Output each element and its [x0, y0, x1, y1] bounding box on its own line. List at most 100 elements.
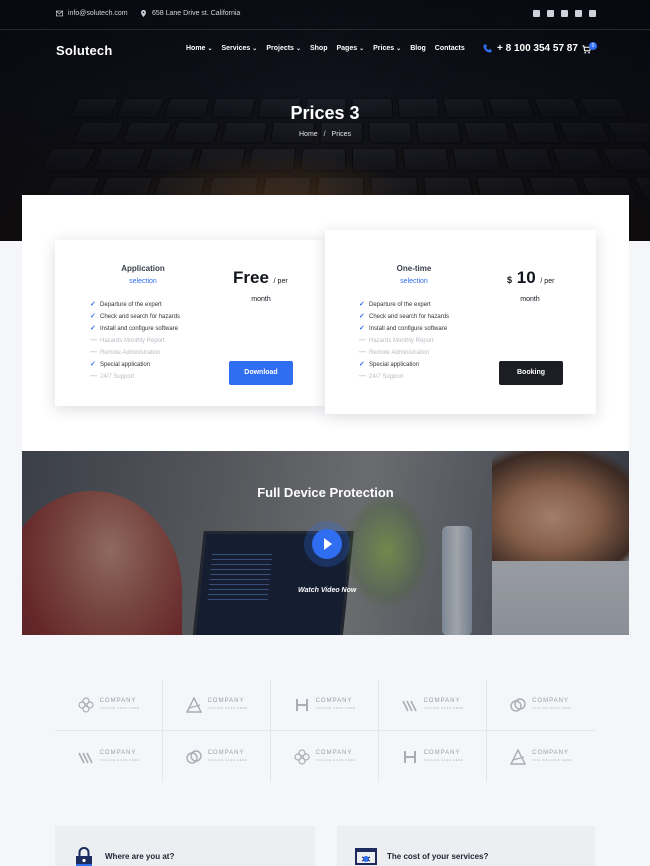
partner-logo[interactable]: COMPANY TAGLINE GOES HERE [379, 680, 487, 731]
nav-item-blog[interactable]: Blog [410, 45, 426, 52]
chevron-down-icon: ⌄ [252, 46, 258, 52]
logo-tagline: TAGLINE GOES HERE [315, 706, 356, 710]
feature-item: —24/7 Support [359, 371, 449, 383]
check-icon: ✓ [359, 313, 365, 320]
logo-tagline: TAGLINE GOES HERE [315, 757, 356, 762]
twitter-icon[interactable] [547, 10, 554, 17]
company-logo-icon [77, 752, 93, 763]
partner-logo[interactable]: COMPANY TAGLINE GOES HERE [487, 680, 595, 731]
nav-item-pages[interactable]: Pages ⌄ [336, 45, 364, 52]
logo-company-text: COMPANY [315, 698, 353, 704]
plan-subtitle: selection [129, 278, 157, 285]
nav-item-label: Home [186, 45, 206, 52]
nav-menu: Home ⌄ Services ⌄ Projects ⌄ Shop Pages ⌄ Pr… [186, 45, 465, 52]
partner-logo[interactable]: COMPANY TAGLINE GOES HERE [55, 680, 163, 731]
logo-tagline: TAGLINE GOES HERE [532, 706, 572, 710]
company-logo-icon [403, 750, 416, 763]
check-icon: ✓ [90, 361, 96, 368]
monitor-bug-icon [355, 848, 377, 865]
partner-logo[interactable]: COMPANY TAGLINE GOES HERE [271, 731, 379, 782]
watch-video-link[interactable]: Watch Video Now [298, 587, 356, 594]
nav-item-label: Blog [410, 45, 426, 52]
logo-tagline: TAGLINE GOES HERE [207, 757, 248, 762]
site-logo[interactable]: Solutech [56, 43, 113, 58]
nav-item-label: Projects [266, 45, 294, 52]
logo-company-text: COMPANY [423, 749, 461, 756]
linkedin-icon[interactable] [589, 10, 596, 17]
nav-item-home[interactable]: Home ⌄ [186, 45, 212, 52]
github-icon[interactable] [575, 10, 582, 17]
phone-number: + 8 100 354 57 87 [497, 43, 578, 54]
logo-wordmark: COMPANY TAGLINE GOES HERE [208, 698, 248, 712]
booking-button[interactable]: Booking [499, 361, 563, 385]
breadcrumb-home[interactable]: Home [299, 131, 318, 138]
partner-logo[interactable]: COMPANY TAGLINE GOES HERE [271, 680, 379, 731]
nav-item-contacts[interactable]: Contacts [435, 45, 465, 52]
phone-icon [483, 44, 492, 53]
logo-company-text: COMPANY [423, 698, 461, 704]
nav-item-prices[interactable]: Prices ⌄ [373, 45, 401, 52]
partner-logo[interactable]: COMPANY TAGLINE GOES HERE [55, 731, 163, 782]
partner-logo[interactable]: COMPANY TAGLINE GOES HERE [163, 680, 271, 731]
logo-company-text: COMPANY [532, 749, 569, 756]
nav-item-label: Services [221, 45, 251, 52]
price-value: 10 [516, 268, 536, 287]
location-pin-icon [141, 10, 146, 17]
breadcrumb: Home / Prices [0, 131, 650, 138]
logo-company-text: COMPANY [532, 698, 569, 704]
download-button[interactable]: Download [229, 361, 293, 385]
faq-question: Where are you at? [105, 852, 175, 861]
plan-price: Free / per [233, 268, 288, 288]
mail-icon [56, 10, 63, 17]
logo-company-text: COMPANY [315, 749, 353, 756]
faq-card-location[interactable]: Where are you at? [55, 826, 315, 866]
logo-wordmark: COMPANY TAGLINE GOES HERE [208, 750, 248, 764]
company-logo-icon [510, 698, 526, 712]
play-icon[interactable] [312, 529, 342, 559]
partner-logo[interactable]: COMPANY TAGLINE GOES HERE [163, 731, 271, 782]
company-logo-icon [77, 697, 94, 713]
feature-item: — Remote Administration [90, 347, 180, 359]
logo-wordmark: COMPANY TAGLINE GOES HERE [424, 750, 464, 764]
feature-text: Departure of the expert [100, 302, 162, 308]
pricing-card-application: Application selection Free / per month ✓… [55, 240, 325, 406]
dash-icon: — [90, 349, 97, 356]
feature-text: 24/7 Support [369, 374, 404, 380]
plan-price: $ 10 / per [507, 268, 554, 288]
chevron-down-icon: ⌄ [359, 46, 365, 52]
nav-item-services[interactable]: Services ⌄ [221, 45, 257, 52]
feature-text: Check and search for hazards [100, 314, 181, 320]
price-per: / per [273, 278, 288, 285]
phone-link[interactable]: + 8 100 354 57 87 [483, 43, 578, 54]
feature-item: ✓ Departure of the expert [90, 299, 180, 311]
social-links [533, 10, 596, 17]
partner-logo[interactable]: COMPANY TAGLINE GOES HERE [379, 731, 487, 782]
faq-question: The cost of your services? [387, 852, 489, 861]
nav-item-label: Shop [309, 45, 328, 52]
feature-text: Hazards Monthly Report [100, 338, 165, 344]
breadcrumb-current: Prices [331, 131, 351, 138]
logo-wordmark: COMPANY TAGLINE GOES HERE [316, 698, 356, 712]
faq-card-cost[interactable]: The cost of your services? [337, 826, 595, 866]
feature-item: ✓ Install and configure software [90, 323, 180, 335]
plan-name: Application [121, 264, 165, 273]
nav-item-projects[interactable]: Projects ⌄ [266, 45, 301, 52]
price-currency: $ [507, 275, 513, 285]
feature-list: ✓ Departure of the expert ✓ Check and searc… [359, 299, 449, 383]
company-logo-icon [295, 699, 308, 711]
partner-logo[interactable]: COMPANY TAGLINE GOES HERE [487, 731, 595, 782]
nav-item-label: Pages [336, 45, 358, 52]
feature-text: Check and search for hazards [369, 314, 450, 320]
topbar-email[interactable]: info@solutech.com [56, 10, 128, 17]
check-icon: ✓ [90, 313, 96, 320]
youtube-icon[interactable] [561, 10, 568, 17]
dash-icon: — [90, 337, 97, 344]
plan-name: One-time [396, 264, 432, 273]
top-bar: info@solutech.com 658 Lane Drive st. Cal… [0, 0, 650, 30]
nav-item-shop[interactable]: Shop [310, 45, 328, 52]
check-icon: ✓ [359, 361, 365, 368]
company-logo-icon [293, 748, 310, 765]
topbar-address: 658 Lane Drive st. California [140, 10, 240, 17]
check-icon: ✓ [90, 301, 96, 308]
facebook-icon[interactable] [533, 10, 540, 17]
